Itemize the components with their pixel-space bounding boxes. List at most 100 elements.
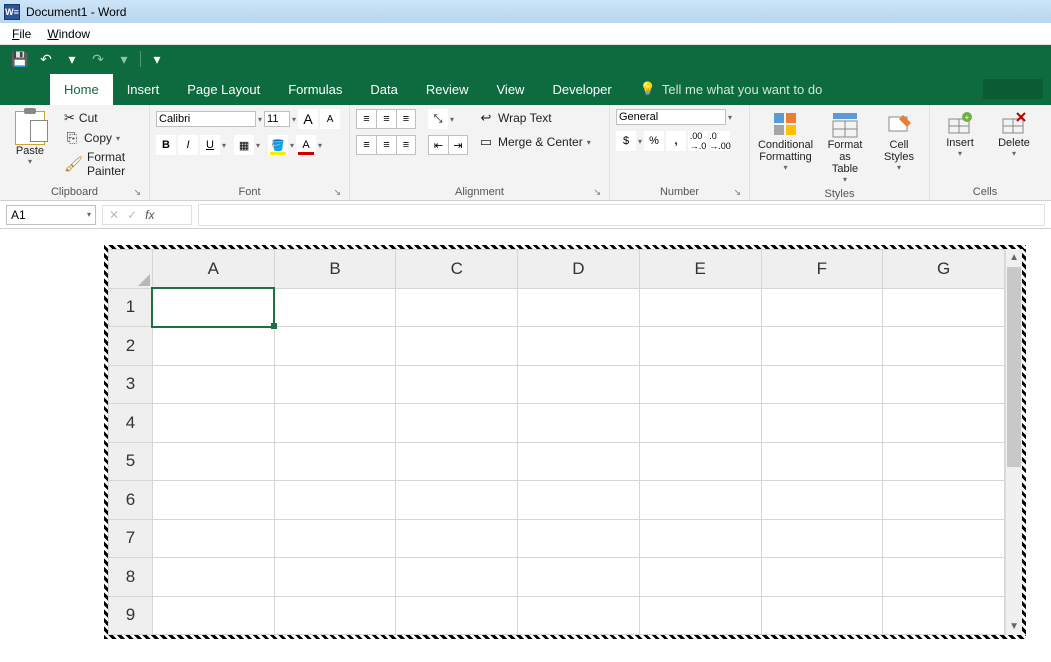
cell[interactable] xyxy=(883,519,1005,558)
cell[interactable] xyxy=(883,558,1005,597)
cell[interactable] xyxy=(761,558,883,597)
cell[interactable] xyxy=(883,404,1005,443)
dialog-launcher-icon[interactable]: ↘ xyxy=(733,187,741,198)
vertical-scrollbar[interactable]: ▲ ▼ xyxy=(1005,249,1022,635)
italic-button[interactable]: I xyxy=(178,135,198,155)
copy-button[interactable]: ⎘Copy▾ xyxy=(60,129,143,147)
cell[interactable] xyxy=(152,596,274,635)
cut-button[interactable]: ✂Cut xyxy=(60,109,143,127)
tab-view[interactable]: View xyxy=(483,74,539,105)
decrease-indent-button[interactable]: ⇤ xyxy=(428,135,448,155)
align-middle-button[interactable]: ≡ xyxy=(376,109,396,129)
border-button[interactable]: ▦ xyxy=(234,135,254,155)
cell[interactable] xyxy=(274,365,396,404)
insert-cells-button[interactable]: + Insert▾ xyxy=(936,109,984,160)
undo-icon[interactable]: ↶ xyxy=(36,51,56,68)
cell[interactable] xyxy=(152,519,274,558)
qat-customize-icon[interactable]: ▾ xyxy=(147,51,167,68)
grow-font-button[interactable]: A xyxy=(298,109,318,129)
orientation-button[interactable]: ⤡ xyxy=(428,109,448,129)
cell[interactable] xyxy=(396,481,518,520)
cell[interactable] xyxy=(518,404,640,443)
save-icon[interactable]: 💾 xyxy=(10,51,30,68)
format-as-table-button[interactable]: Format as Table▾ xyxy=(821,109,869,186)
row-header-2[interactable]: 2 xyxy=(109,327,153,366)
cell[interactable] xyxy=(639,327,761,366)
cell[interactable] xyxy=(274,481,396,520)
enter-formula-icon[interactable]: ✓ xyxy=(127,208,137,222)
cell[interactable] xyxy=(761,596,883,635)
cell[interactable] xyxy=(152,558,274,597)
cell[interactable] xyxy=(518,442,640,481)
font-name-input[interactable] xyxy=(156,111,256,127)
row-header-1[interactable]: 1 xyxy=(109,288,153,327)
tab-insert[interactable]: Insert xyxy=(113,74,174,105)
cell[interactable] xyxy=(761,442,883,481)
cell[interactable] xyxy=(396,558,518,597)
dialog-launcher-icon[interactable]: ↘ xyxy=(333,187,341,198)
cell[interactable] xyxy=(152,404,274,443)
cell[interactable] xyxy=(274,442,396,481)
currency-button[interactable]: $ xyxy=(616,131,636,151)
cell[interactable] xyxy=(152,327,274,366)
row-header-8[interactable]: 8 xyxy=(109,558,153,597)
cell[interactable] xyxy=(396,327,518,366)
col-header-d[interactable]: D xyxy=(518,250,640,289)
select-all-corner[interactable] xyxy=(109,250,153,289)
cell[interactable] xyxy=(518,365,640,404)
row-header-5[interactable]: 5 xyxy=(109,442,153,481)
delete-cells-button[interactable]: Delete▾ xyxy=(990,109,1038,160)
align-left-button[interactable]: ≡ xyxy=(356,135,376,155)
cell[interactable] xyxy=(274,404,396,443)
underline-button[interactable]: U xyxy=(200,135,220,155)
grid[interactable]: A B C D E F G 1 2 3 4 5 6 7 8 9 xyxy=(108,249,1005,635)
align-top-button[interactable]: ≡ xyxy=(356,109,376,129)
cell[interactable] xyxy=(518,327,640,366)
cell[interactable] xyxy=(883,365,1005,404)
col-header-f[interactable]: F xyxy=(761,250,883,289)
format-painter-button[interactable]: 🖌Format Painter xyxy=(60,149,143,179)
merge-center-button[interactable]: ▭Merge & Center▾ xyxy=(474,133,595,151)
scroll-thumb[interactable] xyxy=(1007,267,1021,467)
increase-decimal-button[interactable]: .00→.0 xyxy=(688,131,708,151)
formula-input[interactable] xyxy=(198,204,1045,226)
cell[interactable] xyxy=(639,481,761,520)
cell[interactable] xyxy=(883,481,1005,520)
decrease-decimal-button[interactable]: .0→.00 xyxy=(710,131,730,151)
cell[interactable] xyxy=(883,596,1005,635)
tab-review[interactable]: Review xyxy=(412,74,483,105)
cell[interactable] xyxy=(639,365,761,404)
cell[interactable] xyxy=(396,519,518,558)
col-header-e[interactable]: E xyxy=(639,250,761,289)
cell[interactable] xyxy=(518,481,640,520)
shrink-font-button[interactable]: A xyxy=(320,109,340,129)
row-header-3[interactable]: 3 xyxy=(109,365,153,404)
cell[interactable] xyxy=(274,519,396,558)
row-header-6[interactable]: 6 xyxy=(109,481,153,520)
cell[interactable] xyxy=(761,327,883,366)
align-center-button[interactable]: ≡ xyxy=(376,135,396,155)
conditional-formatting-button[interactable]: Conditional Formatting▾ xyxy=(756,109,815,174)
dialog-launcher-icon[interactable]: ↘ xyxy=(593,187,601,198)
row-header-7[interactable]: 7 xyxy=(109,519,153,558)
scroll-up-icon[interactable]: ▲ xyxy=(1006,249,1022,266)
cell[interactable] xyxy=(274,596,396,635)
menu-window[interactable]: Window xyxy=(41,25,96,43)
comma-button[interactable]: , xyxy=(666,131,686,151)
scroll-track[interactable] xyxy=(1006,468,1022,618)
cell[interactable] xyxy=(152,442,274,481)
cell[interactable] xyxy=(274,288,396,327)
percent-button[interactable]: % xyxy=(644,131,664,151)
cell-styles-button[interactable]: Cell Styles▾ xyxy=(875,109,923,174)
tab-formulas[interactable]: Formulas xyxy=(274,74,356,105)
cell[interactable] xyxy=(761,481,883,520)
number-format-select[interactable] xyxy=(616,109,726,125)
cell[interactable] xyxy=(274,327,396,366)
fx-icon[interactable]: fx xyxy=(145,208,154,222)
align-right-button[interactable]: ≡ xyxy=(396,135,416,155)
cell[interactable] xyxy=(152,481,274,520)
cell-a1[interactable] xyxy=(152,288,274,327)
name-box[interactable]: A1 ▾ xyxy=(6,205,96,225)
account-box[interactable] xyxy=(983,79,1043,99)
redo-icon[interactable]: ↷ xyxy=(88,51,108,68)
